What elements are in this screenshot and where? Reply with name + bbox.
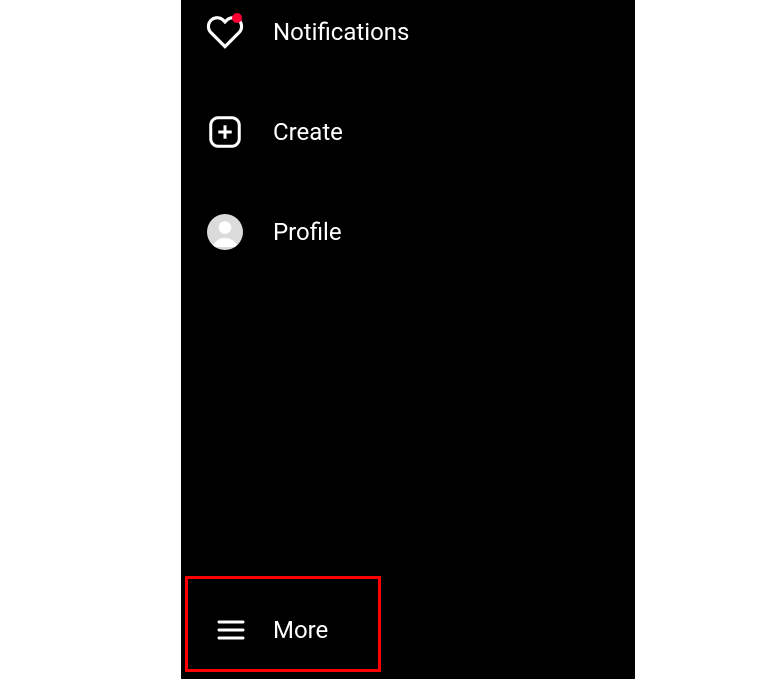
nav-item-profile[interactable]: Profile <box>205 212 342 252</box>
plus-square-icon <box>205 112 245 152</box>
heart-icon <box>205 12 245 52</box>
sidebar: Notifications Create Profile <box>181 0 635 679</box>
nav-label-notifications: Notifications <box>273 18 409 46</box>
nav-label-more: More <box>273 616 328 644</box>
nav-item-more[interactable]: More <box>211 610 328 650</box>
nav-label-profile: Profile <box>273 218 342 246</box>
notification-badge <box>232 13 242 23</box>
nav-label-create: Create <box>273 118 343 146</box>
hamburger-icon <box>211 610 251 650</box>
nav-item-notifications[interactable]: Notifications <box>205 12 409 52</box>
avatar-icon <box>205 212 245 252</box>
nav-item-create[interactable]: Create <box>205 112 343 152</box>
